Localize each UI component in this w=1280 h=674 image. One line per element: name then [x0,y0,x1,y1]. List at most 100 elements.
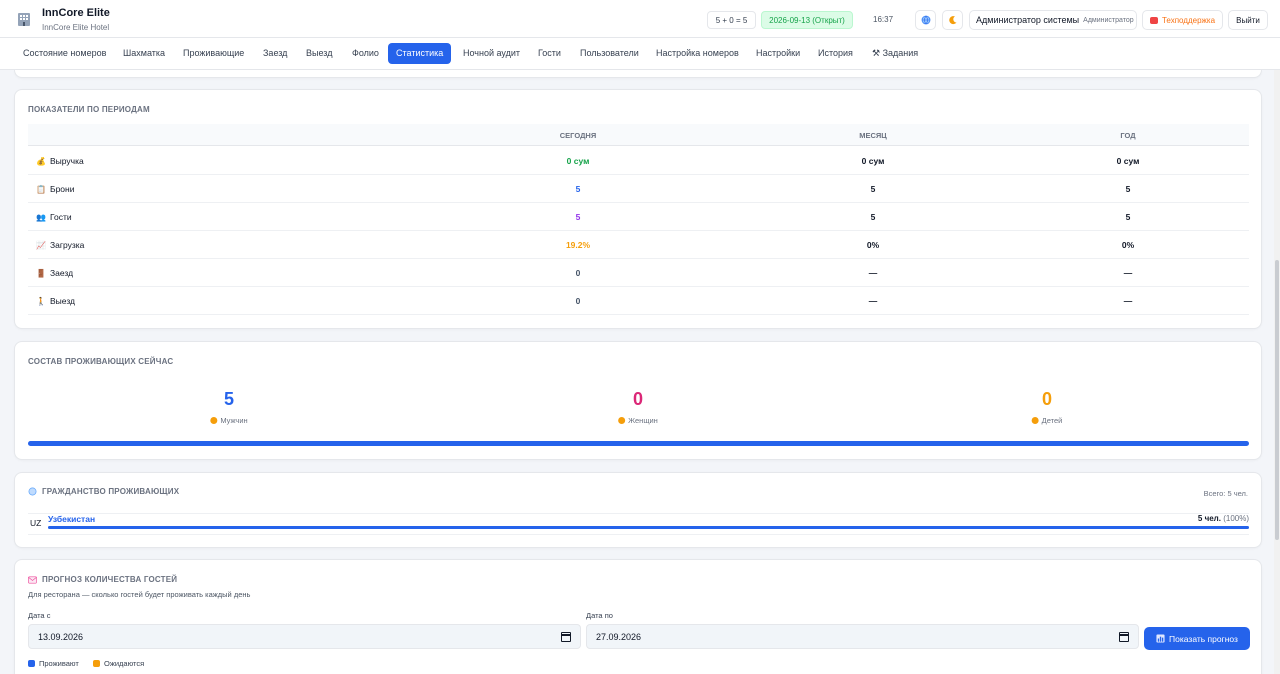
forecast-subtitle: Для ресторана — сколько гостей будет про… [28,590,251,599]
men-count: 5 [223,389,235,409]
legend-living: Проживают [28,659,79,668]
main-nav: Состояние номеров Шахматка Проживающие З… [0,38,1280,70]
row-label: 💰 Выручка [36,156,84,166]
cell-year: — [1123,296,1133,306]
child-icon [1031,417,1039,424]
cell-today: 5 [575,212,581,222]
row-icon: 📈 [36,240,46,250]
citizenship-title: ГРАЖДАНСТВО ПРОЖИВАЮЩИХ [42,487,180,496]
date-to-value: 27.09.2026 [596,631,642,642]
men-label: Мужчин [220,416,248,425]
show-forecast-button[interactable]: Показать прогноз [1144,627,1250,650]
table-row: 📋 Брони 5 5 5 [28,175,1249,203]
user-menu[interactable]: Администратор системы Администратор [969,10,1137,30]
men-label-wrap: Мужчин [210,416,248,425]
tab-history[interactable]: История [810,43,861,64]
tab-settings[interactable]: Настройки [748,43,808,64]
tab-statistics[interactable]: Статистика [388,43,452,64]
cell-month: 5 [870,184,876,194]
date-from-value: 13.09.2026 [38,631,84,642]
row-label: 📈 Загрузка [36,240,84,250]
scrollbar-thumb[interactable] [1275,260,1279,540]
cell-today: 0 [575,268,581,278]
country-share-fill [48,526,1249,529]
tab-room-status[interactable]: Состояние номеров [15,43,114,64]
women-count: 0 [632,389,644,409]
tab-check-in[interactable]: Заезд [255,43,295,64]
forecast-card: ПРОГНОЗ КОЛИЧЕСТВА ГОСТЕЙ Для ресторана … [14,559,1262,674]
cell-year: — [1123,268,1133,278]
row-icon: 💰 [36,156,46,166]
row-icon: 🚪 [36,268,46,278]
globe-icon [28,487,37,496]
top-header: InnCore Elite InnCore Elite Hotel 5 + 0 … [0,0,1280,38]
country-count-value: 5 чел. [1197,514,1221,523]
tab-chessboard[interactable]: Шахматка [115,43,173,64]
legend-expected: Ожидаются [93,659,144,668]
user-role: Администратор [1083,16,1134,24]
country-percent: (100%) [1223,514,1249,523]
date-from-input[interactable]: 13.09.2026 [28,624,581,649]
periods-table-header: СЕГОДНЯ МЕСЯЦ ГОД [28,124,1249,146]
cell-year: 5 [1125,212,1131,222]
legend-living-label: Проживают [39,659,79,668]
table-row: 🚪 Заезд 0 — — [28,259,1249,287]
cell-today: 5 [575,184,581,194]
children-label-wrap: Детей [1031,416,1063,425]
date-from-label: Дата с [28,611,51,620]
children-label: Детей [1041,416,1063,425]
page-scrollbar[interactable] [1274,70,1280,674]
bar-chart-icon [1156,634,1165,643]
calendar-icon[interactable] [561,632,571,642]
cell-year: 5 [1125,184,1131,194]
row-icon: 👥 [36,212,46,222]
periods-title: ПОКАЗАТЕЛИ ПО ПЕРИОДАМ [28,105,150,114]
row-label-text: Выручка [50,156,84,166]
row-label: 🚶 Выезд [36,296,75,306]
cell-today: 19.2% [565,240,591,250]
table-row: 🚶 Выезд 0 — — [28,287,1249,315]
col-year: ГОД [1120,131,1136,140]
cell-month: — [868,268,878,278]
country-count: 5 чел. (100%) [1198,514,1249,523]
theme-toggle-button[interactable] [942,10,963,30]
moon-icon [948,16,956,25]
citizenship-row: UZ Узбекистан 5 чел. (100%) [28,513,1249,535]
row-label: 📋 Брони [36,184,74,194]
table-row: 👥 Гости 5 5 5 [28,203,1249,231]
women-label: Женщин [628,416,658,425]
woman-icon [618,417,626,424]
date-to-input[interactable]: 27.09.2026 [586,624,1139,649]
date-to-label: Дата по [586,611,613,620]
tab-folio[interactable]: Фолио [344,43,387,64]
tab-users[interactable]: Пользователи [572,43,647,64]
tab-residents[interactable]: Проживающие [175,43,252,64]
language-button[interactable] [915,10,936,30]
col-today: СЕГОДНЯ [559,131,597,140]
clock: 16:37 [873,15,894,24]
support-label: Техподдержка [1161,15,1216,25]
tab-guests[interactable]: Гости [530,43,569,64]
tab-night-audit[interactable]: Ночной аудит [455,43,528,64]
logout-button[interactable]: Выйти [1228,10,1268,30]
cell-month: — [868,296,878,306]
cell-month: 0 сум [861,156,885,166]
forecast-title-wrap: ПРОГНОЗ КОЛИЧЕСТВА ГОСТЕЙ [28,575,177,584]
citizenship-total: Всего: 5 чел. [1203,489,1248,498]
user-name: Администратор системы [976,15,1080,25]
row-icon: 🚶 [36,296,46,306]
support-button[interactable]: Техподдержка [1142,10,1223,30]
legend-expected-swatch [93,660,100,667]
cell-month: 0% [866,240,880,250]
app-name: InnCore Elite [42,7,110,19]
legend-expected-label: Ожидаются [104,659,145,668]
occupancy-formula-badge: 5 + 0 = 5 [707,11,756,29]
tab-check-out[interactable]: Выезд [298,43,340,64]
table-row: 📈 Загрузка 19.2% 0% 0% [28,231,1249,259]
calendar-icon[interactable] [1119,632,1129,642]
country-name: Узбекистан [48,514,96,524]
tab-tasks[interactable]: ⚒ Задания [864,43,926,64]
residents-gender-bar [28,441,1249,446]
hotel-building-icon [18,13,30,26]
tab-room-settings[interactable]: Настройка номеров [648,43,747,64]
